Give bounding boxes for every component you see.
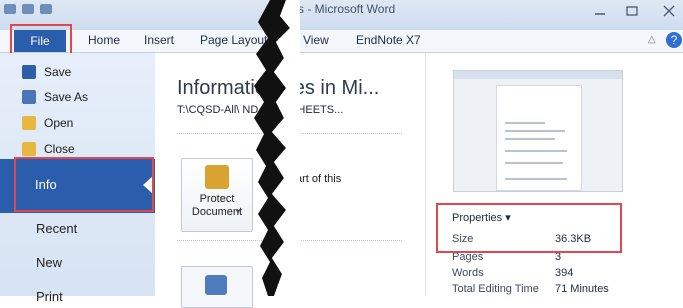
- tab-endnote[interactable]: EndNote X7: [356, 33, 421, 47]
- thumbnail-text-line: [505, 150, 567, 152]
- save-icon: [22, 65, 36, 79]
- thumbnail-text-line: [505, 162, 563, 164]
- menu-item-save[interactable]: Save: [22, 65, 71, 79]
- property-value-words: 394: [555, 267, 574, 279]
- document-preview-thumbnail[interactable]: [453, 70, 623, 192]
- property-key-words: Words: [452, 267, 484, 279]
- ribbon-tabs: File Home Insert Page Layout View EndNot…: [0, 30, 683, 53]
- menu-item-new[interactable]: New: [36, 255, 62, 270]
- pane-separator: [425, 53, 426, 296]
- properties-highlight: [436, 203, 622, 253]
- menu-item-label: Close: [44, 142, 75, 156]
- save-as-icon: [22, 90, 36, 104]
- torn-edge-graphic: [254, 0, 300, 296]
- menu-item-label: Save As: [44, 90, 89, 104]
- maximize-icon[interactable]: [624, 5, 640, 17]
- menu-item-save-as[interactable]: Save As: [22, 90, 88, 104]
- lock-key-icon: [205, 165, 229, 189]
- protect-label-line2: Document: [191, 206, 243, 218]
- menu-item-label: Open: [44, 116, 74, 130]
- close-folder-icon: [22, 142, 36, 156]
- minimize-icon[interactable]: [592, 5, 608, 17]
- tab-home[interactable]: Home: [88, 33, 120, 47]
- open-folder-icon: [22, 116, 36, 130]
- window-title: s - Microsoft Word: [298, 2, 396, 16]
- menu-item-recent[interactable]: Recent: [36, 221, 77, 236]
- info-highlight: [14, 157, 154, 212]
- help-icon[interactable]: ?: [666, 32, 682, 48]
- thumbnail-text-line: [505, 130, 565, 132]
- thumbnail-text-line: [505, 178, 567, 180]
- menu-item-print[interactable]: Print: [36, 289, 63, 304]
- quick-access-toolbar: [4, 2, 52, 16]
- menu-item-close[interactable]: Close: [22, 142, 75, 156]
- minimize-ribbon-icon[interactable]: △: [648, 34, 656, 45]
- property-key-editing-time: Total Editing Time: [452, 283, 539, 295]
- menu-item-open[interactable]: Open: [22, 116, 73, 130]
- protect-label-line1: Protect: [199, 193, 235, 205]
- thumbnail-text-line: [505, 122, 545, 124]
- tab-insert[interactable]: Insert: [144, 33, 174, 47]
- thumbnail-text-line: [505, 138, 555, 140]
- property-value-editing-time: 71 Minutes: [555, 283, 609, 295]
- save-quick-icon[interactable]: [22, 4, 34, 14]
- close-icon[interactable]: [662, 5, 678, 17]
- thumbnail-ribbon: [454, 71, 622, 79]
- tab-view[interactable]: View: [303, 33, 329, 47]
- word-logo-icon: [4, 4, 16, 14]
- protect-description: art of this: [296, 173, 342, 185]
- menu-item-label: Save: [44, 65, 72, 79]
- undo-icon[interactable]: [40, 4, 52, 14]
- inspect-icon: [205, 275, 227, 295]
- thumbnail-page: [496, 85, 582, 191]
